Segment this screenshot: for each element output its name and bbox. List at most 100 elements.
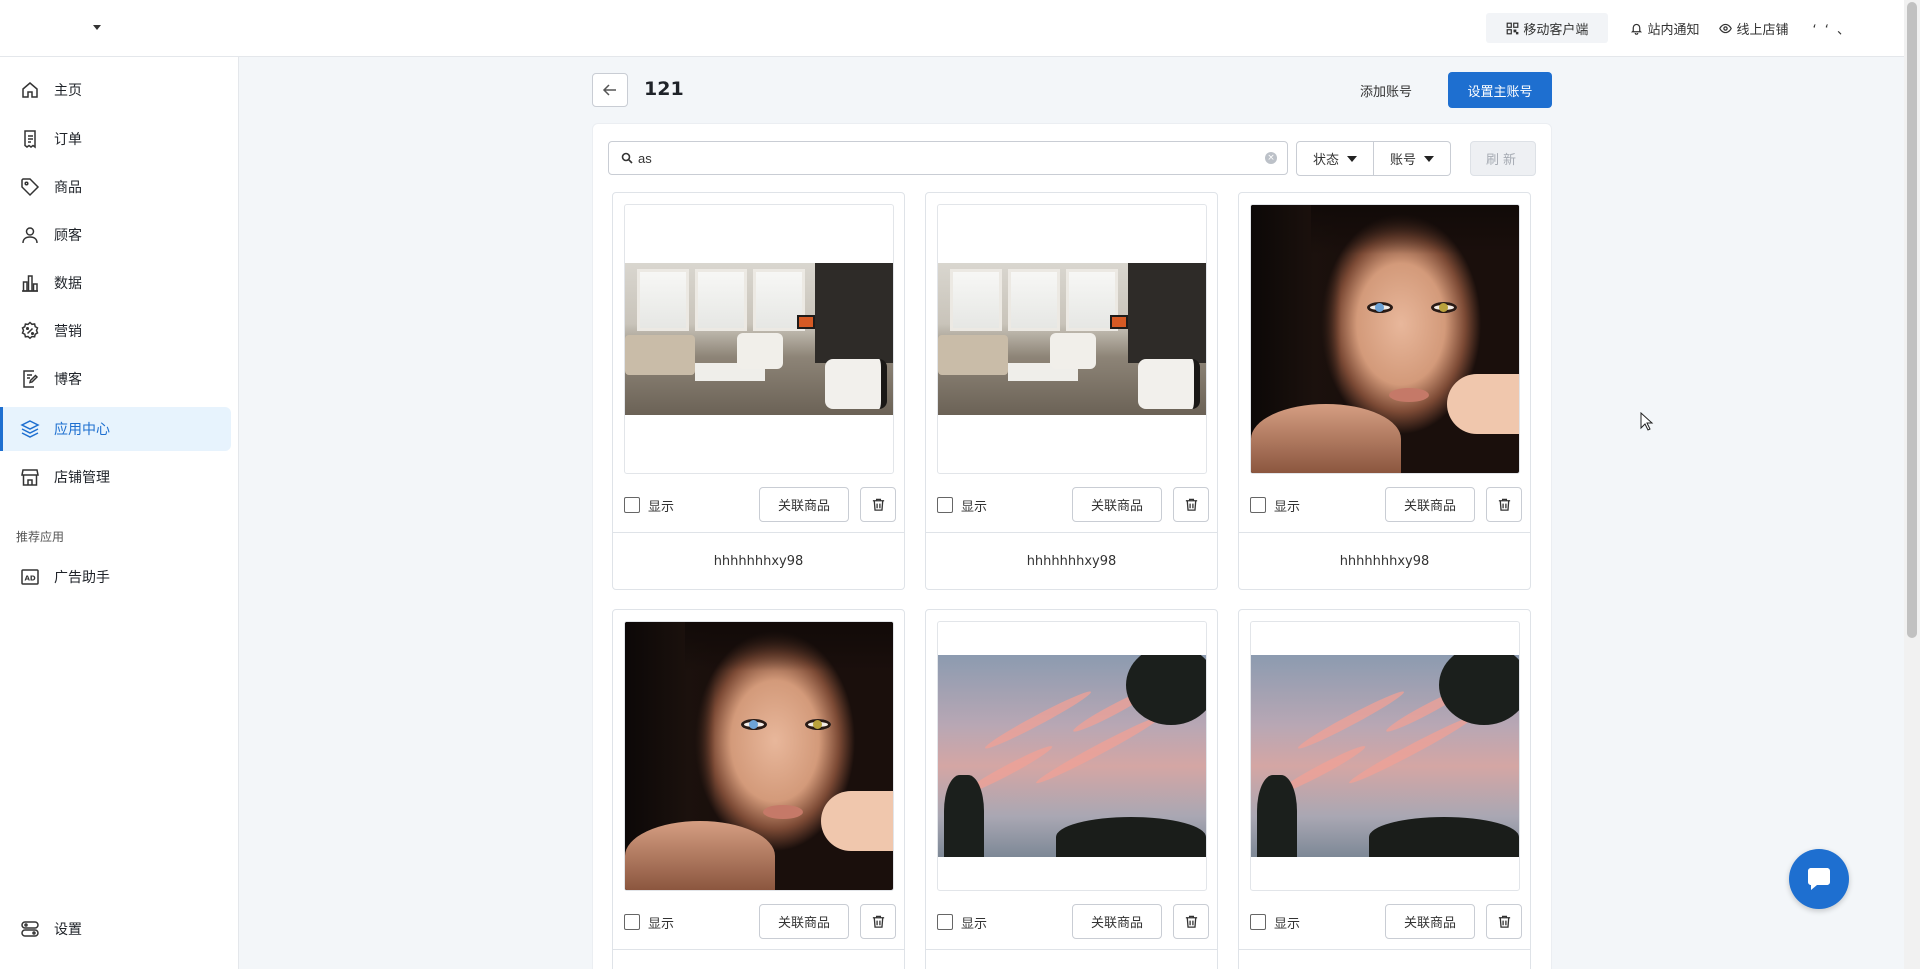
card-controls: 显示 关联商品 bbox=[624, 487, 896, 523]
sidebar-item-blog[interactable]: 博客 bbox=[0, 357, 231, 401]
mobile-client-label: 移动客户端 bbox=[1523, 22, 1589, 38]
sidebar-item-store-management[interactable]: 店铺管理 bbox=[0, 455, 231, 499]
online-store-label: 线上店铺 bbox=[1736, 22, 1789, 38]
sidebar-item-label: 顾客 bbox=[54, 228, 82, 244]
sidebar-item-app-center[interactable]: 应用中心 bbox=[0, 407, 231, 451]
bar-chart-icon bbox=[22, 275, 38, 292]
search-box[interactable]: × bbox=[608, 141, 1288, 175]
back-button[interactable] bbox=[592, 73, 628, 107]
link-product-button[interactable]: 关联商品 bbox=[1072, 904, 1162, 939]
account-name: hhhhhhhxy98 bbox=[926, 532, 1217, 590]
show-checkbox[interactable] bbox=[1250, 497, 1266, 513]
chat-button[interactable] bbox=[1789, 849, 1849, 909]
living-room-photo bbox=[625, 263, 893, 415]
sidebar-item-label: 设置 bbox=[54, 922, 82, 938]
chevron-down-icon bbox=[93, 25, 101, 30]
media-card: 显示 关联商品 hhhhhhhxy98 bbox=[925, 192, 1218, 590]
trash-icon bbox=[1185, 498, 1197, 511]
add-account-button[interactable]: 添加账号 bbox=[1344, 72, 1428, 108]
filter-group: 状态 账号 bbox=[1296, 141, 1452, 176]
show-label: 显示 bbox=[648, 499, 675, 515]
refresh-button[interactable]: 刷新 bbox=[1470, 141, 1536, 176]
media-image[interactable] bbox=[624, 621, 894, 891]
delete-button[interactable] bbox=[1486, 904, 1522, 939]
eye-icon bbox=[1719, 23, 1733, 33]
show-checkbox[interactable] bbox=[937, 497, 953, 513]
delete-button[interactable] bbox=[1173, 487, 1209, 522]
status-filter[interactable]: 状态 bbox=[1296, 141, 1375, 176]
sidebar-item-customers[interactable]: 顾客 bbox=[0, 213, 231, 257]
sidebar-item-ad-assistant[interactable]: AD 广告助手 bbox=[0, 555, 231, 599]
portrait-photo bbox=[1251, 205, 1519, 473]
show-checkbox[interactable] bbox=[937, 914, 953, 930]
store-selector[interactable] bbox=[85, 20, 105, 36]
media-image[interactable] bbox=[937, 621, 1207, 891]
svg-text:AD: AD bbox=[25, 575, 36, 583]
sidebar-item-orders[interactable]: 订单 bbox=[0, 117, 231, 161]
show-checkbox[interactable] bbox=[1250, 914, 1266, 930]
user-menu[interactable]: ʻ ʻ 、 bbox=[1812, 19, 1852, 38]
show-label: 显示 bbox=[648, 916, 675, 932]
account-filter[interactable]: 账号 bbox=[1374, 141, 1452, 176]
link-product-button[interactable]: 关联商品 bbox=[1385, 487, 1475, 522]
media-image[interactable] bbox=[1250, 204, 1520, 474]
sidebar-item-marketing[interactable]: 营销 bbox=[0, 309, 231, 353]
layers-icon bbox=[20, 420, 40, 438]
mouse-cursor-icon bbox=[1640, 412, 1654, 431]
sidebar-item-products[interactable]: 商品 bbox=[0, 165, 231, 209]
media-card: 显示 关联商品 hhhhhhhxy98 bbox=[612, 192, 905, 590]
sidebar-item-data[interactable]: 数据 bbox=[0, 261, 231, 305]
account-name bbox=[926, 949, 1217, 969]
clear-icon[interactable]: × bbox=[1265, 152, 1277, 164]
account-name: hhhhhhhxy98 bbox=[1239, 532, 1530, 590]
card-controls: 显示 关联商品 bbox=[1250, 487, 1522, 523]
sky-photo bbox=[938, 655, 1206, 857]
link-product-button[interactable]: 关联商品 bbox=[759, 904, 849, 939]
card-controls: 显示 关联商品 bbox=[624, 904, 896, 940]
search-input[interactable] bbox=[638, 150, 1238, 166]
sidebar-item-label: 订单 bbox=[54, 132, 82, 148]
trash-icon bbox=[872, 915, 884, 928]
delete-button[interactable] bbox=[860, 904, 896, 939]
media-image[interactable] bbox=[1250, 621, 1520, 891]
top-bar: 移动客户端 站内通知 线上店铺 ʻ ʻ 、 bbox=[0, 0, 1904, 57]
caret-down-icon bbox=[1424, 155, 1435, 162]
delete-button[interactable] bbox=[1486, 487, 1522, 522]
scrollbar-thumb[interactable] bbox=[1907, 2, 1917, 638]
link-product-button[interactable]: 关联商品 bbox=[1385, 904, 1475, 939]
media-image[interactable] bbox=[937, 204, 1207, 474]
card-controls: 显示 关联商品 bbox=[937, 904, 1209, 940]
qr-code-icon bbox=[1507, 22, 1519, 34]
discount-icon bbox=[21, 321, 39, 340]
delete-button[interactable] bbox=[1173, 904, 1209, 939]
sidebar-item-label: 店铺管理 bbox=[54, 470, 110, 486]
edit-note-icon bbox=[23, 370, 39, 388]
sidebar-item-label: 广告助手 bbox=[54, 570, 110, 586]
page-scrollbar[interactable] bbox=[1904, 0, 1920, 969]
delete-button[interactable] bbox=[860, 487, 896, 522]
top-actions: 移动客户端 站内通知 线上店铺 ʻ ʻ 、 bbox=[1486, 13, 1852, 43]
notifications-label: 站内通知 bbox=[1647, 22, 1700, 38]
account-filter-label: 账号 bbox=[1390, 153, 1417, 168]
online-store-button[interactable]: 线上店铺 bbox=[1709, 13, 1798, 43]
sidebar-item-home[interactable]: 主页 bbox=[0, 68, 231, 112]
account-name bbox=[1239, 949, 1530, 969]
show-checkbox[interactable] bbox=[624, 914, 640, 930]
sky-photo bbox=[1251, 655, 1519, 857]
settings-icon bbox=[21, 921, 39, 937]
media-card: 显示 关联商品 bbox=[612, 609, 905, 969]
set-main-account-button[interactable]: 设置主账号 bbox=[1448, 72, 1552, 108]
mobile-client-button[interactable]: 移动客户端 bbox=[1486, 13, 1609, 43]
account-name: hhhhhhhxy98 bbox=[613, 532, 904, 590]
page-title: 121 bbox=[644, 78, 684, 100]
card-controls: 显示 关联商品 bbox=[1250, 904, 1522, 940]
portrait-photo bbox=[625, 622, 893, 890]
link-product-button[interactable]: 关联商品 bbox=[1072, 487, 1162, 522]
home-icon bbox=[22, 82, 38, 98]
media-image[interactable] bbox=[624, 204, 894, 474]
section-title-recommended: 推荐应用 bbox=[16, 530, 65, 544]
show-checkbox[interactable] bbox=[624, 497, 640, 513]
notifications-button[interactable]: 站内通知 bbox=[1620, 13, 1709, 43]
sidebar-item-settings[interactable]: 设置 bbox=[0, 907, 231, 951]
link-product-button[interactable]: 关联商品 bbox=[759, 487, 849, 522]
